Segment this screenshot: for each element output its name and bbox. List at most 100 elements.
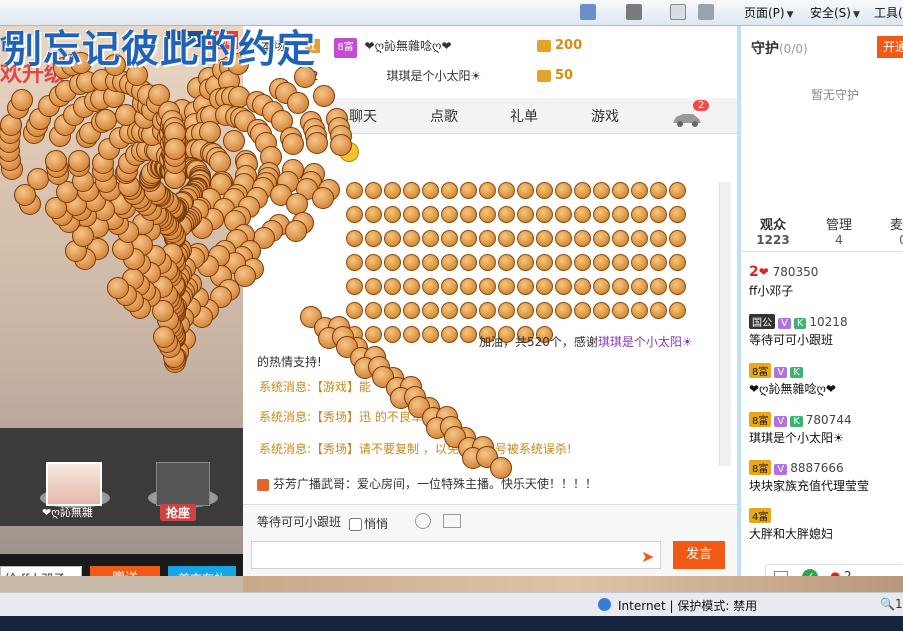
coin-emoji: [669, 230, 686, 247]
system-message: 系统消息:【秀场】迅 的不良军团!: [259, 408, 440, 425]
smile-icon: [339, 142, 359, 162]
recharge-button[interactable]: 首充有礼: [168, 566, 236, 576]
coin-emoji: [612, 230, 629, 247]
coin-emoji: [422, 254, 439, 271]
user-name[interactable]: ff小邓子: [749, 282, 793, 299]
coin-emoji: [403, 230, 420, 247]
home-icon[interactable]: [580, 4, 596, 20]
coin-emoji: [422, 230, 439, 247]
chevron-down-icon: ▼: [853, 5, 860, 25]
tab-mic-queue[interactable]: 麦序0: [875, 214, 903, 247]
user-name[interactable]: 块块家族充值代理莹莹: [749, 477, 869, 494]
tools-menu[interactable]: 工具(: [874, 3, 903, 23]
list-item[interactable]: 国公 V K 10218: [749, 314, 848, 329]
user-name[interactable]: 琪琪是个小太阳☀: [749, 429, 844, 446]
chat-target[interactable]: 等待可可小跟班: [257, 513, 341, 530]
coin-emoji: [498, 206, 515, 223]
coin-emoji: [536, 182, 553, 199]
coin-emoji: [650, 206, 667, 223]
send-button[interactable]: 发言: [673, 541, 725, 569]
user-id: 780350: [773, 265, 819, 279]
coin-emoji: [365, 278, 382, 295]
level-badge: 8富: [749, 363, 771, 378]
coin-emoji: [441, 254, 458, 271]
coin-emoji: [555, 302, 572, 319]
coin-emoji: [403, 182, 420, 199]
k-icon: K: [794, 318, 807, 329]
coin-emoji: [441, 302, 458, 319]
list-item[interactable]: 2❤ 780350: [749, 264, 818, 280]
print-icon[interactable]: [698, 4, 714, 20]
broadcast-icon: [257, 479, 269, 491]
coin-emoji: [460, 278, 477, 295]
browser-status-bar: Internet | 保护模式: 禁用 🔍1: [0, 592, 903, 616]
car-icon[interactable]: [671, 110, 703, 128]
no-guard-text: 暂无守护: [811, 86, 859, 103]
thanks-user[interactable]: 琪琪是个小太阳☀: [598, 335, 693, 349]
coin-amount: 50: [537, 68, 573, 83]
list-item[interactable]: 8富 V K 780744: [749, 412, 852, 427]
coin-emoji: [460, 302, 477, 319]
message-input[interactable]: [251, 541, 661, 569]
guard-title: 守护(0/0): [751, 38, 808, 58]
taskbar: [0, 616, 903, 631]
zoom-icon[interactable]: 🔍1: [880, 597, 903, 611]
tab-games[interactable]: 游戏: [591, 106, 619, 126]
list-item[interactable]: 8富 V K: [749, 363, 806, 378]
guard-count: (0/0): [779, 42, 808, 56]
page-menu[interactable]: 页面(P) ▼: [744, 3, 794, 23]
coin-emoji: [498, 278, 515, 295]
system-scrollbar[interactable]: [719, 376, 731, 466]
zoom-level: 1: [895, 597, 903, 611]
whisper-toggle[interactable]: 悄悄: [349, 515, 388, 532]
coin-emoji: [574, 254, 591, 271]
coin-emoji: [498, 230, 515, 247]
safety-menu[interactable]: 安全(S) ▼: [810, 3, 860, 23]
user-name[interactable]: ❤ღ訫無雜唸ღ❤: [749, 380, 836, 397]
send-arrow-icon[interactable]: ➤: [641, 547, 654, 566]
coin-emoji: [593, 182, 610, 199]
image-upload-icon[interactable]: [443, 514, 461, 528]
whisper-checkbox[interactable]: [349, 518, 362, 531]
coin-emoji: [346, 254, 363, 271]
rank-user-name[interactable]: ❤ღ訫無雜唸ღ❤: [365, 39, 452, 53]
v-icon: V: [774, 367, 787, 378]
gift-recipient-select[interactable]: 给 ff小邓子: [0, 566, 82, 576]
tab-chat[interactable]: 聊天: [349, 106, 377, 126]
open-guard-button[interactable]: 开通: [877, 36, 903, 58]
security-zone[interactable]: Internet | 保护模式: 禁用: [618, 597, 757, 614]
tab-gift-list[interactable]: 礼单: [510, 106, 538, 126]
coin-emoji: [517, 278, 534, 295]
coin-emoji: [574, 206, 591, 223]
seat-user-name: ❤ღ訫無雜: [42, 504, 93, 520]
grab-seat-button[interactable]: 抢座: [160, 504, 196, 521]
coin-emoji: [460, 254, 477, 271]
tab-audience[interactable]: 观众 1223: [745, 214, 801, 247]
coin-emoji: [384, 206, 401, 223]
thanks-message: 加油，共520个，感谢琪琪是个小太阳☀ 的热情支持!: [257, 332, 727, 372]
coin-emoji: [612, 302, 629, 319]
car-count-badge: 2: [693, 100, 709, 111]
mail-icon[interactable]: [670, 4, 686, 20]
level-badge: 8富: [749, 460, 771, 475]
tab-song[interactable]: 点歌: [430, 106, 458, 126]
coin-emoji: [555, 254, 572, 271]
rss-icon[interactable]: [626, 4, 642, 20]
empty-seat-avatar[interactable]: [156, 462, 210, 506]
user-name[interactable]: 等待可可小跟班: [749, 331, 833, 348]
coin-emoji: [612, 278, 629, 295]
coin-emoji: [555, 182, 572, 199]
coin-amount: 200: [537, 38, 582, 53]
give-gift-button[interactable]: 赠送: [90, 566, 160, 576]
k-icon: K: [790, 367, 803, 378]
rank-user-name[interactable]: 琪琪是个小太阳☀: [386, 69, 481, 83]
user-name[interactable]: 大胖和大胖媳妇: [749, 525, 833, 542]
seat-avatar[interactable]: [46, 462, 102, 506]
list-item[interactable]: 4富: [749, 508, 774, 523]
coin-emoji: [669, 254, 686, 271]
coin-emoji: [593, 254, 610, 271]
coin-emoji: [536, 278, 553, 295]
tab-admins[interactable]: 管理 4: [811, 214, 867, 247]
list-item[interactable]: 8富 V 8887666: [749, 460, 844, 475]
emoji-picker-icon[interactable]: [415, 513, 431, 529]
